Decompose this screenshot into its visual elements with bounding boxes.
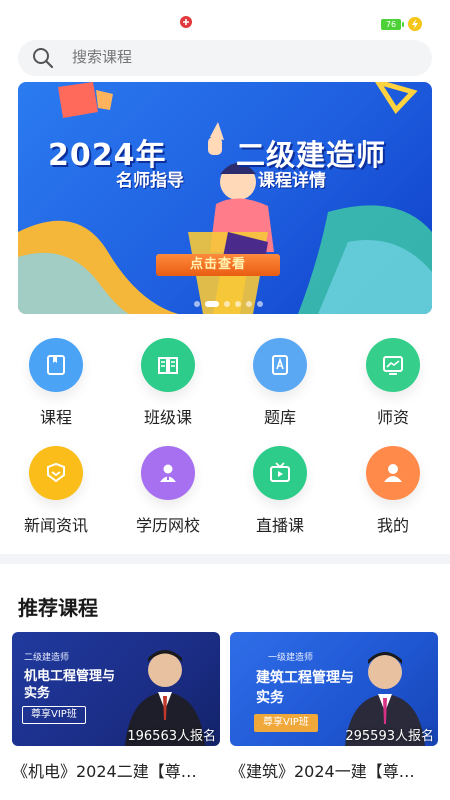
course-card[interactable]: 一级建造师 建筑工程管理与实务 尊享VIP班 295593人报名 《建筑》202… [230, 632, 438, 794]
banner-view-button[interactable]: 点击查看 [156, 254, 280, 276]
course-title[interactable]: 《建筑》2024一建【尊… [230, 758, 438, 782]
course-category: 二级建造师 [24, 653, 70, 663]
student-icon [141, 446, 195, 500]
course-thumbnail[interactable]: 一级建造师 建筑工程管理与实务 尊享VIP班 295593人报名 [230, 632, 438, 746]
menu-item-courses[interactable]: 课程 [6, 338, 106, 428]
carousel-dot[interactable] [194, 301, 200, 307]
banner-subtitle-right: 课程详情 [258, 171, 326, 191]
question-bank-icon [253, 338, 307, 392]
profile-icon [366, 446, 420, 500]
menu-label: 新闻资讯 [23, 516, 88, 535]
book-icon [29, 338, 83, 392]
course-subtitle [12, 788, 220, 794]
search-bar[interactable] [18, 40, 432, 76]
carousel-dot-active[interactable] [205, 301, 219, 307]
news-icon [29, 446, 83, 500]
menu-label: 师资 [376, 408, 409, 427]
teacher-board-icon [366, 338, 420, 392]
course-subtitle [230, 788, 438, 794]
menu-item-online-school[interactable]: 学历网校 [118, 446, 218, 536]
course-title[interactable]: 《机电》2024二建【尊… [12, 758, 220, 782]
menu-item-mine[interactable]: 我的 [343, 446, 443, 536]
carousel-dot[interactable] [235, 301, 241, 307]
menu-item-question-bank[interactable]: 题库 [230, 338, 330, 428]
carousel-dot[interactable] [224, 301, 230, 307]
menu-label: 题库 [263, 408, 296, 427]
promo-banner[interactable]: 2024年 名师指导 二级建造师 课程详情 点击查看 [18, 82, 432, 314]
carousel-dot[interactable] [257, 301, 263, 307]
menu-label: 我的 [376, 516, 409, 535]
battery-icon: 76 [381, 19, 404, 30]
menu-item-live[interactable]: 直播课 [230, 446, 330, 536]
course-category: 一级建造师 [268, 653, 314, 663]
enroll-count: 295593人报名 [345, 729, 434, 744]
course-thumb-title: 机电工程管理与实务 [24, 669, 116, 701]
app-notification-icon [180, 16, 192, 28]
vip-badge: 尊享VIP班 [254, 714, 318, 732]
menu-item-teachers[interactable]: 师资 [343, 338, 443, 428]
course-card[interactable]: 二级建造师 机电工程管理与实务 尊享VIP班 196563人报名 《机电》202… [12, 632, 220, 794]
menu-item-class[interactable]: 班级课 [118, 338, 218, 428]
charging-icon [408, 17, 422, 31]
course-thumb-title: 建筑工程管理与实务 [256, 670, 354, 706]
menu-label: 课程 [39, 408, 72, 427]
banner-illustration [18, 82, 432, 314]
live-video-icon [253, 446, 307, 500]
menu-label: 直播课 [255, 516, 304, 535]
search-icon [33, 48, 54, 69]
carousel-indicator[interactable] [194, 301, 263, 307]
menu-label: 学历网校 [135, 516, 200, 535]
status-bar: 76 [0, 0, 450, 40]
vip-badge: 尊享VIP班 [22, 706, 86, 724]
banner-subtitle-left: 名师指导 [116, 171, 184, 191]
course-thumbnail[interactable]: 二级建造师 机电工程管理与实务 尊享VIP班 196563人报名 [12, 632, 220, 746]
section-divider [0, 554, 450, 564]
recommend-title: 推荐课程 [18, 596, 98, 620]
menu-item-news[interactable]: 新闻资讯 [6, 446, 106, 536]
search-input[interactable] [72, 40, 412, 76]
enroll-count: 196563人报名 [127, 729, 216, 744]
menu-label: 班级课 [143, 408, 192, 427]
open-book-icon [141, 338, 195, 392]
carousel-dot[interactable] [246, 301, 252, 307]
